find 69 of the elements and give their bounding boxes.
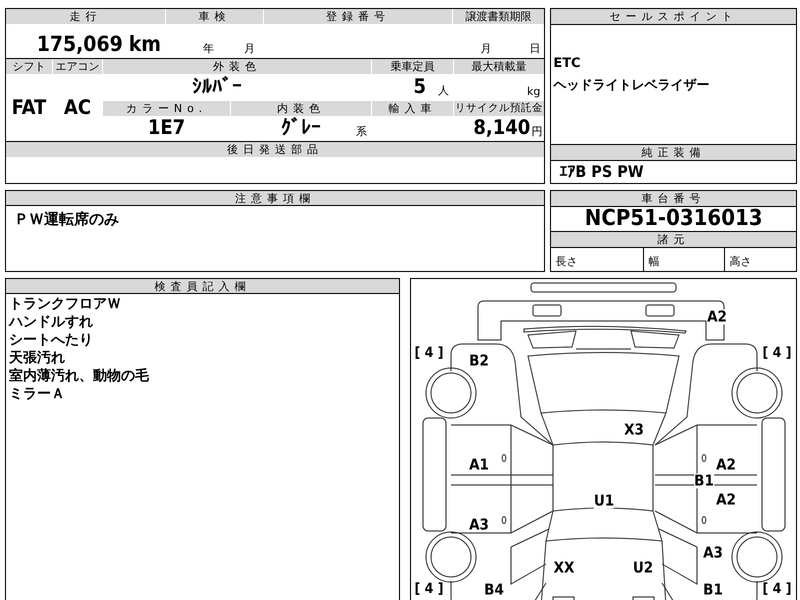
field-label: 検査員記入欄 <box>6 279 399 294</box>
field-label: リサイクル預託金 <box>454 101 544 116</box>
damage-code: U1 <box>594 494 614 508</box>
unit-label: 日 <box>529 41 540 56</box>
field-label: 譲渡書類期限 <box>453 9 544 24</box>
equipment-value: ｴｱB PS PW <box>559 162 644 181</box>
chassis-number: NCP51-0316013 <box>584 206 763 231</box>
field-label: カラーNo. <box>103 101 230 116</box>
tire-depth-mark: [ 4 ] <box>414 345 444 361</box>
field-label: 登録番号 <box>264 9 452 24</box>
spec-label: 長さ <box>555 255 578 268</box>
damage-code: XX <box>554 560 574 576</box>
field-label: 純正装備 <box>551 145 796 160</box>
damage-code: A3 <box>469 518 489 532</box>
inspector-note: シートへたり <box>9 331 93 349</box>
spec-label: 高さ <box>729 255 752 268</box>
field-label: 車台番号 <box>551 191 796 206</box>
damage-code: A2 <box>707 310 727 324</box>
exterior-color-value: ｼﾙﾊﾞｰ <box>192 74 242 98</box>
damage-code: B4 <box>484 582 504 598</box>
field-label: エアコン <box>53 59 102 74</box>
unit-label: 月 <box>244 41 255 56</box>
tire-depth-mark: [ 4 ] <box>762 345 792 361</box>
inspector-note: 室内薄汚れ、動物の毛 <box>9 367 149 385</box>
field-label: 輸入車 <box>372 101 453 116</box>
recycle-fee-value: 8,140 <box>473 115 530 139</box>
damage-code: B2 <box>469 354 489 368</box>
field-label: 注意事項欄 <box>6 191 544 206</box>
field-label: 外装色 <box>103 59 371 74</box>
inspector-note: ミラーＡ <box>9 385 65 403</box>
field-label: シフト <box>6 59 52 74</box>
damage-code: X3 <box>624 422 644 438</box>
inspector-note: 天張汚れ <box>9 349 65 367</box>
damage-code: B1 <box>703 582 723 598</box>
tire-depth-mark: [ 4 ] <box>414 581 444 597</box>
unit-label: km <box>128 32 161 56</box>
damage-code: A2 <box>716 458 736 472</box>
damage-code: B1 <box>694 474 714 488</box>
damage-code: A2 <box>716 492 736 508</box>
unit-label: 円 <box>531 124 542 139</box>
mileage-value: 175,069 <box>36 32 123 56</box>
field-label: 諸元 <box>551 232 796 247</box>
unit-label: 人 <box>438 83 449 98</box>
capacity-value: 5 <box>413 74 426 98</box>
field-label: 走行 <box>6 9 165 24</box>
damage-code: A1 <box>469 458 489 472</box>
interior-color-value: ｸﾞﾚｰ <box>281 115 321 139</box>
field-label: 後日発送部品 <box>6 142 544 157</box>
field-label: 車検 <box>166 9 263 24</box>
notes-text: ＰＷ運転席のみ <box>13 209 120 230</box>
sales-point-text: ヘッドライトレベライザー <box>553 77 710 95</box>
spec-label: 幅 <box>648 255 660 268</box>
aircon-value: AC <box>64 95 92 119</box>
damage-code: A3 <box>703 546 723 560</box>
sales-point-text: ETC <box>553 55 581 73</box>
field-label: 乗車定員 <box>372 59 453 74</box>
inspector-note: トランクフロアＷ <box>9 295 121 313</box>
field-label: セールスポイント <box>551 9 796 24</box>
unit-label: kg <box>526 85 540 98</box>
color-number-value: 1E7 <box>148 115 186 139</box>
tire-depth-mark: [ 4 ] <box>762 581 792 597</box>
unit-label: 系 <box>356 124 367 139</box>
field-label: 内装色 <box>231 101 371 116</box>
inspector-note: ハンドルすれ <box>9 313 93 331</box>
field-label: 最大積載量 <box>454 59 544 74</box>
unit-label: 年 <box>203 41 214 56</box>
damage-code: U2 <box>632 560 654 576</box>
shift-value: FAT <box>12 95 46 119</box>
unit-label: 月 <box>480 41 492 56</box>
